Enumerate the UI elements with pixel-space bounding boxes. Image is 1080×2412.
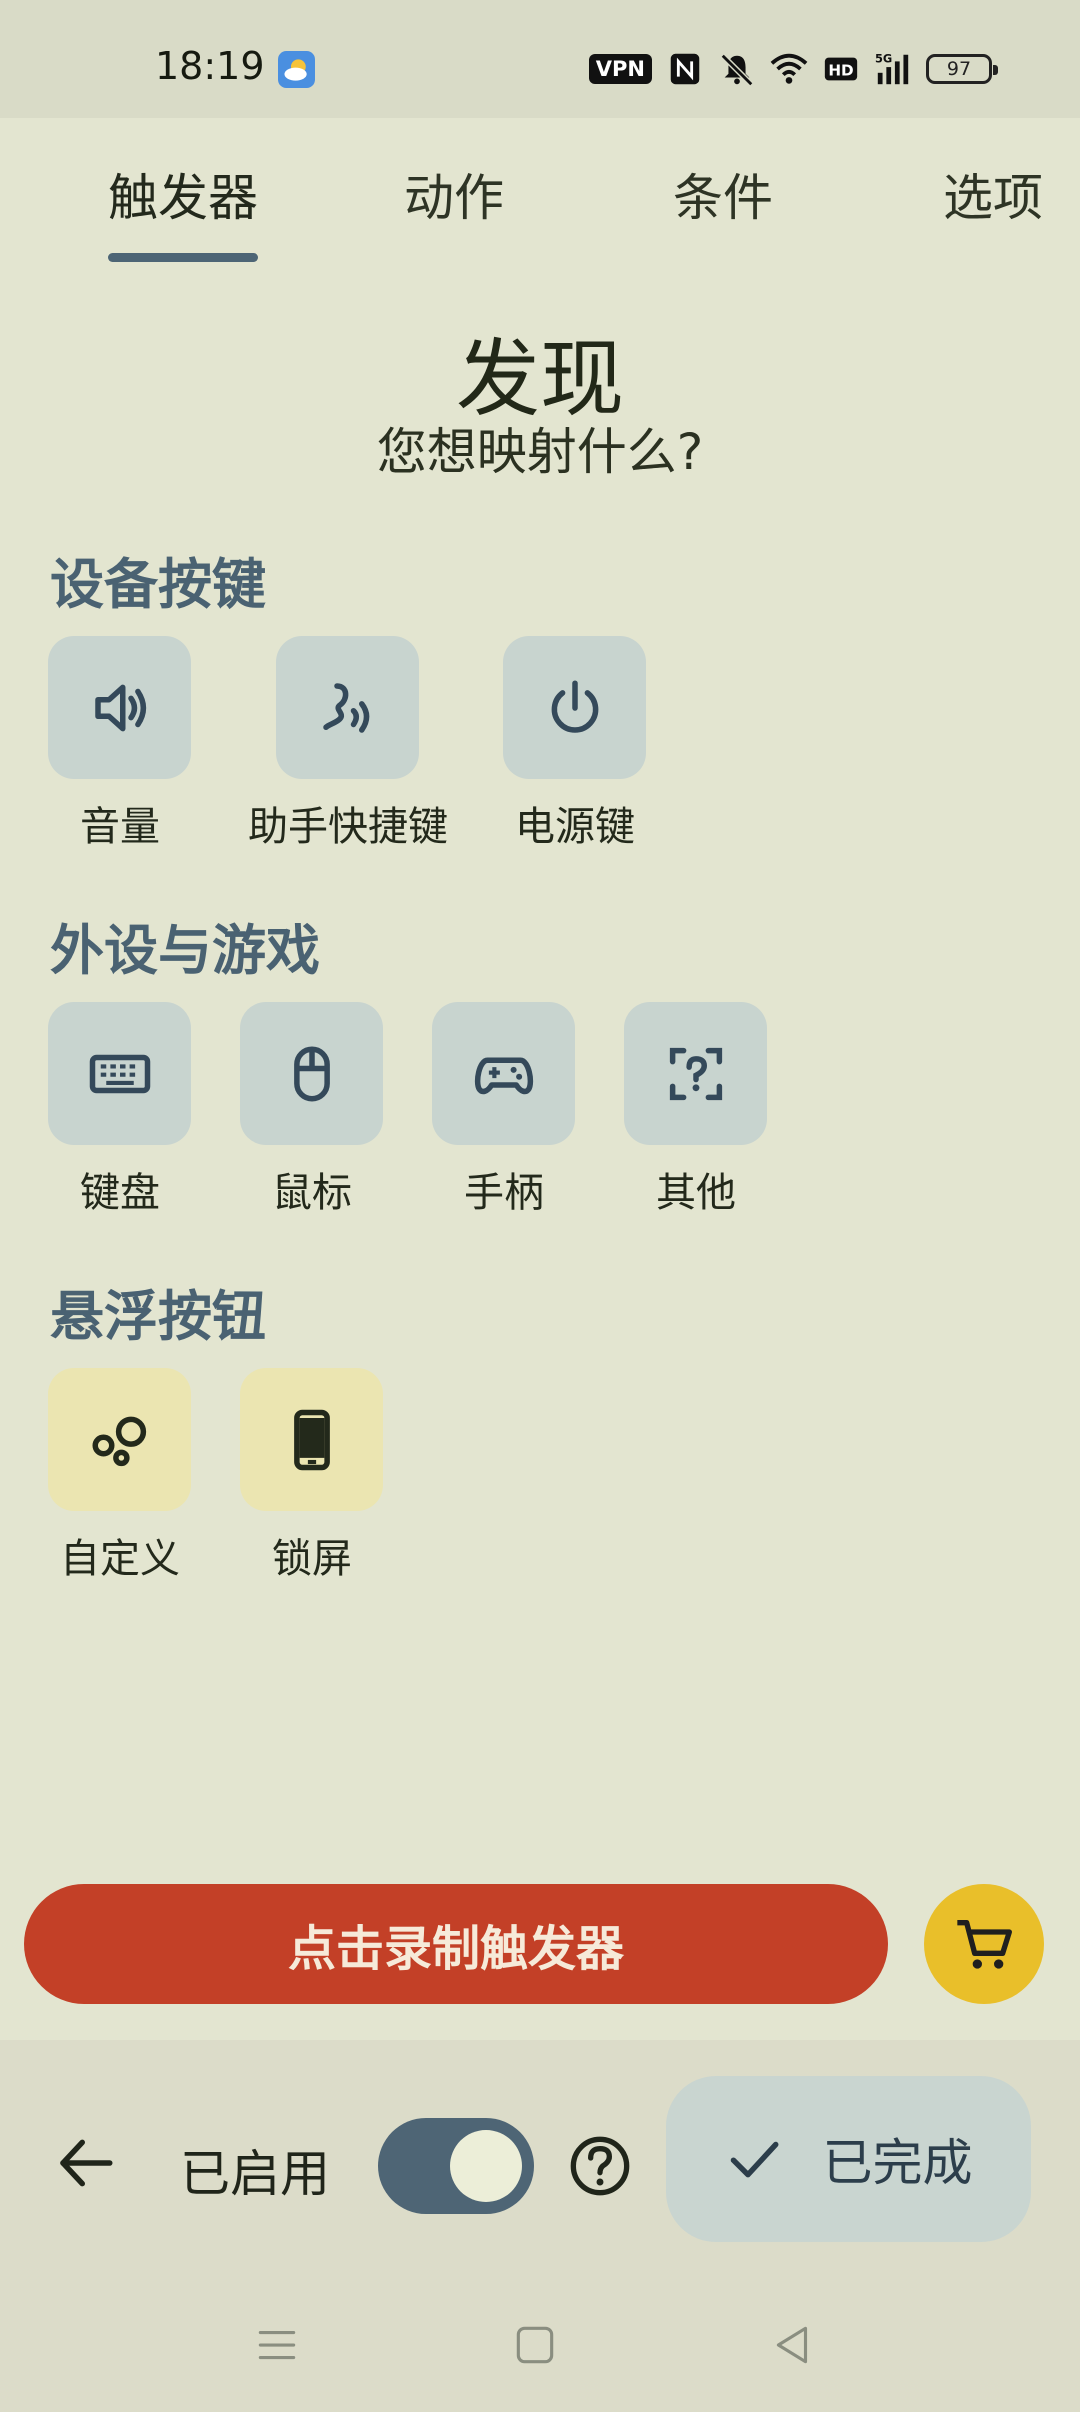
section-title-peripherals: 外设与游戏 xyxy=(50,919,320,982)
tab-indicator xyxy=(108,253,258,262)
mouse-icon xyxy=(293,1046,330,1101)
lock-screen-label: 锁屏 xyxy=(272,1536,352,1582)
bubbles-icon xyxy=(92,1416,146,1466)
power-tile[interactable] xyxy=(503,636,646,779)
power-icon xyxy=(551,680,598,733)
lock-screen-tile[interactable] xyxy=(240,1368,383,1511)
battery-icon: 97 xyxy=(926,54,998,84)
battery-level: 97 xyxy=(946,58,972,80)
signal-5g-icon: 5G xyxy=(875,51,909,85)
toggle-knob xyxy=(450,2130,522,2202)
wifi-icon xyxy=(770,53,808,84)
volume-tile[interactable] xyxy=(48,636,191,779)
home-nav-icon[interactable] xyxy=(510,2320,560,2370)
volume-label: 音量 xyxy=(80,804,160,850)
cart-icon xyxy=(957,1920,1012,1969)
record-trigger-button[interactable]: 点击录制触发器 xyxy=(24,1884,888,2004)
other-device-tile[interactable] xyxy=(624,1002,767,1145)
enabled-toggle[interactable] xyxy=(378,2118,534,2214)
status-icons: VPN HD 5G 97 xyxy=(588,48,998,90)
svg-text:5G: 5G xyxy=(875,51,892,65)
assistant-tile[interactable] xyxy=(276,636,419,779)
vpn-badge: VPN xyxy=(588,54,652,84)
tab-triggers[interactable]: 触发器 xyxy=(108,158,258,230)
page-subtitle: 您想映射什么? xyxy=(376,423,704,481)
tab-constraints[interactable]: 条件 xyxy=(673,158,773,230)
nfc-icon xyxy=(670,53,700,85)
section-title-device-keys: 设备按键 xyxy=(50,553,266,616)
menu-nav-icon[interactable] xyxy=(252,2320,302,2370)
keyboard-icon xyxy=(89,1054,150,1093)
hd-icon: HD xyxy=(824,57,858,81)
power-label: 电源键 xyxy=(515,804,635,850)
shop-button[interactable] xyxy=(924,1884,1044,2004)
volume-icon xyxy=(94,684,146,731)
unknown-device-icon xyxy=(669,1047,722,1100)
phone-icon xyxy=(293,1409,330,1470)
tab-options[interactable]: 选项 xyxy=(943,158,1043,230)
back-nav-icon[interactable] xyxy=(768,2320,818,2370)
status-time: 18:19 xyxy=(155,44,265,88)
assistant-icon xyxy=(322,682,369,733)
gamepad-icon xyxy=(474,1057,533,1094)
status-bar: 18:19 VPN HD 5G 97 xyxy=(0,0,1080,118)
mouse-tile[interactable] xyxy=(240,1002,383,1145)
check-icon xyxy=(730,2141,778,2178)
other-device-label: 其他 xyxy=(656,1170,736,1216)
keyboard-tile[interactable] xyxy=(48,1002,191,1145)
done-button[interactable]: 已完成 xyxy=(666,2076,1031,2242)
section-title-floating-buttons: 悬浮按钮 xyxy=(50,1285,266,1348)
weather-icon xyxy=(278,51,315,88)
tab-actions[interactable]: 动作 xyxy=(404,158,504,230)
svg-text:HD: HD xyxy=(828,62,853,80)
custom-floating-tile[interactable] xyxy=(48,1368,191,1511)
gamepad-tile[interactable] xyxy=(432,1002,575,1145)
back-arrow-icon[interactable] xyxy=(52,2130,118,2196)
mute-icon xyxy=(720,53,754,87)
done-label: 已完成 xyxy=(822,2134,973,2192)
enabled-label: 已启用 xyxy=(180,2145,330,2203)
help-icon[interactable] xyxy=(568,2134,632,2198)
assistant-label: 助手快捷键 xyxy=(248,804,448,850)
